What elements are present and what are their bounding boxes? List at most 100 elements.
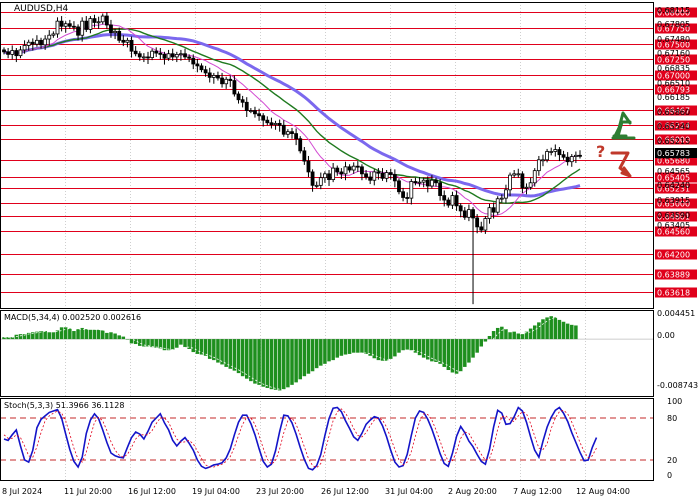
macd-bar-78 bbox=[323, 339, 327, 364]
candle-body-138 bbox=[569, 156, 574, 163]
candle-body-69 bbox=[285, 131, 290, 135]
candle-body-41 bbox=[170, 53, 175, 58]
x-tick-5: 26 Jul 12:00 bbox=[321, 487, 369, 496]
candle-body-71 bbox=[294, 133, 299, 140]
stoch-label: Stoch(5,3,3) 51.3966 36.1128 bbox=[4, 401, 124, 410]
candle-body-86 bbox=[355, 165, 360, 168]
candle-body-2 bbox=[10, 50, 15, 55]
candle-body-88 bbox=[364, 173, 368, 178]
macd-bar-112 bbox=[463, 339, 467, 367]
price-tick-15: 0.63405 bbox=[657, 221, 690, 230]
candle-body-38 bbox=[158, 52, 163, 55]
candle-body-3 bbox=[14, 50, 19, 57]
candle-body-114 bbox=[471, 209, 475, 219]
macd-bar-40 bbox=[166, 339, 171, 351]
macd-bar-20 bbox=[84, 329, 89, 340]
candle-body-23 bbox=[96, 21, 101, 24]
candle-body-33 bbox=[137, 53, 142, 58]
candle-body-5 bbox=[22, 45, 27, 51]
candle-body-122 bbox=[504, 189, 508, 199]
candle-body-84 bbox=[347, 166, 352, 171]
candle-body-22 bbox=[92, 18, 97, 23]
macd-bar-121 bbox=[500, 326, 504, 340]
macd-bar-74 bbox=[306, 339, 311, 374]
macd-bar-125 bbox=[516, 333, 521, 340]
candle-body-15 bbox=[63, 23, 68, 27]
candle-body-136 bbox=[561, 154, 566, 158]
candle-body-76 bbox=[314, 184, 319, 187]
macd-bar-87 bbox=[360, 339, 364, 353]
candle-body-50 bbox=[207, 72, 212, 78]
candle-body-104 bbox=[429, 179, 434, 187]
candle-body-94 bbox=[388, 172, 393, 175]
candle-body-39 bbox=[162, 53, 167, 59]
candle-body-17 bbox=[72, 25, 76, 28]
macd-bar-82 bbox=[339, 339, 344, 356]
macd-bar-72 bbox=[298, 339, 302, 380]
macd-bar-41 bbox=[170, 339, 175, 350]
candle-body-9 bbox=[39, 39, 43, 46]
macd-bar-22 bbox=[92, 329, 97, 340]
macd-bar-11 bbox=[47, 332, 52, 340]
candle-body-48 bbox=[199, 65, 204, 71]
candle-body-128 bbox=[528, 182, 533, 188]
candle-body-133 bbox=[549, 151, 554, 153]
candle-body-45 bbox=[187, 56, 192, 59]
macd-bar-92 bbox=[380, 339, 385, 361]
candle-body-83 bbox=[343, 166, 348, 175]
candle-body-92 bbox=[380, 172, 385, 179]
candle-body-131 bbox=[541, 159, 545, 162]
macd-bar-124 bbox=[512, 331, 516, 340]
candle-body-42 bbox=[174, 53, 179, 58]
candle-body-57 bbox=[236, 93, 241, 101]
price-tick-0: 0.68115 bbox=[657, 6, 690, 15]
candle-body-1 bbox=[6, 51, 11, 55]
candle-body-32 bbox=[133, 50, 138, 55]
macd-bar-42 bbox=[175, 339, 179, 348]
macd-bar-61 bbox=[253, 339, 257, 384]
candle-body-52 bbox=[216, 75, 220, 79]
candle-body-37 bbox=[154, 50, 159, 54]
candle-body-61 bbox=[253, 110, 257, 115]
macd-bar-114 bbox=[471, 339, 475, 358]
macd-bar-134 bbox=[553, 317, 558, 340]
macd-bar-64 bbox=[265, 339, 270, 388]
level-label-16: 0.63889 bbox=[657, 271, 690, 280]
candle-body-93 bbox=[384, 172, 389, 179]
macd-bar-65 bbox=[269, 339, 274, 390]
macd-bar-139 bbox=[574, 325, 578, 340]
candle-body-96 bbox=[397, 180, 401, 193]
macd-bar-115 bbox=[475, 339, 479, 353]
candle-body-46 bbox=[191, 57, 196, 65]
candle-body-74 bbox=[306, 160, 311, 173]
macd-bar-138 bbox=[570, 324, 574, 340]
macd-bar-66 bbox=[273, 339, 278, 390]
candle-body-44 bbox=[183, 53, 187, 58]
macd-bar-119 bbox=[491, 331, 496, 340]
candle-body-119 bbox=[491, 207, 496, 213]
macd-bar-46 bbox=[191, 339, 196, 353]
candle-body-106 bbox=[438, 182, 443, 196]
level-label-17: 0.63618 bbox=[657, 289, 690, 298]
macd-bar-71 bbox=[294, 339, 298, 383]
candle-body-108 bbox=[446, 199, 451, 206]
candle-body-64 bbox=[265, 119, 270, 124]
candle-body-4 bbox=[18, 49, 23, 57]
chart-title: AUDUSD,H4 bbox=[14, 4, 69, 14]
macd-bar-62 bbox=[257, 339, 261, 385]
candle-body-26 bbox=[109, 24, 113, 34]
macd-bar-48 bbox=[199, 339, 204, 355]
macd-bar-126 bbox=[520, 334, 525, 340]
macd-bar-49 bbox=[203, 339, 208, 356]
macd-bar-110 bbox=[454, 339, 459, 374]
candle-body-72 bbox=[298, 138, 303, 152]
macd-bar-75 bbox=[310, 339, 315, 372]
x-tick-3: 19 Jul 04:00 bbox=[192, 487, 240, 496]
candle-body-118 bbox=[487, 207, 492, 219]
macd-bar-80 bbox=[331, 339, 335, 361]
macd-bar-73 bbox=[302, 339, 307, 377]
macd-bar-38 bbox=[158, 339, 163, 349]
price-tick-2: 0.67480 bbox=[657, 35, 690, 44]
macd-bar-109 bbox=[450, 339, 455, 373]
price-tick-6: 0.66185 bbox=[657, 93, 690, 102]
